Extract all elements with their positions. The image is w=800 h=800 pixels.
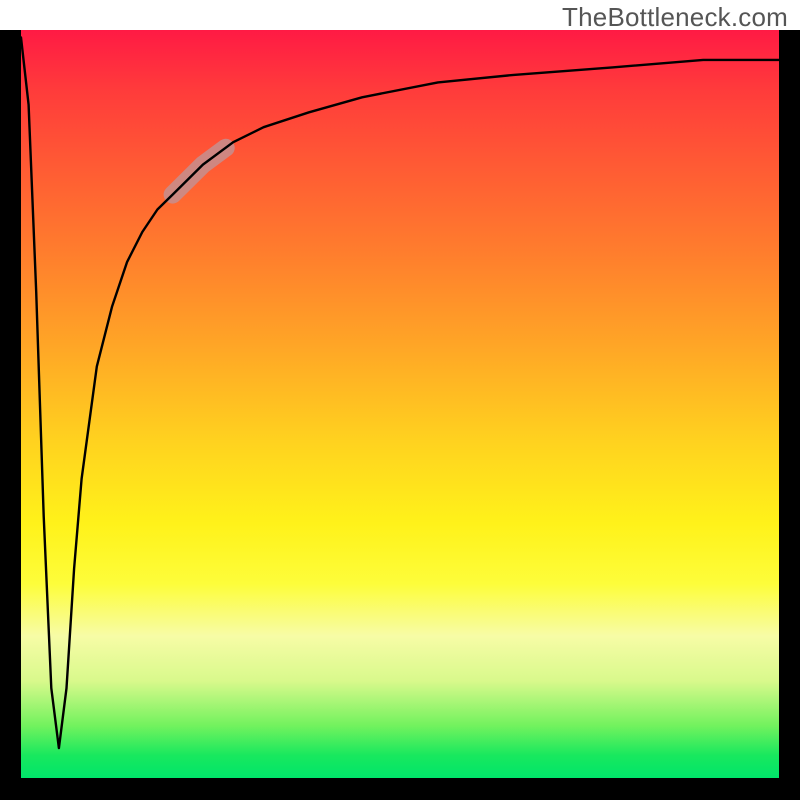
watermark-label: TheBottleneck.com <box>562 2 788 33</box>
curve-line <box>21 38 779 749</box>
plot-frame <box>0 30 800 800</box>
chart-stage: TheBottleneck.com <box>0 0 800 800</box>
curve-svg <box>21 30 779 778</box>
plot-area <box>21 30 779 778</box>
